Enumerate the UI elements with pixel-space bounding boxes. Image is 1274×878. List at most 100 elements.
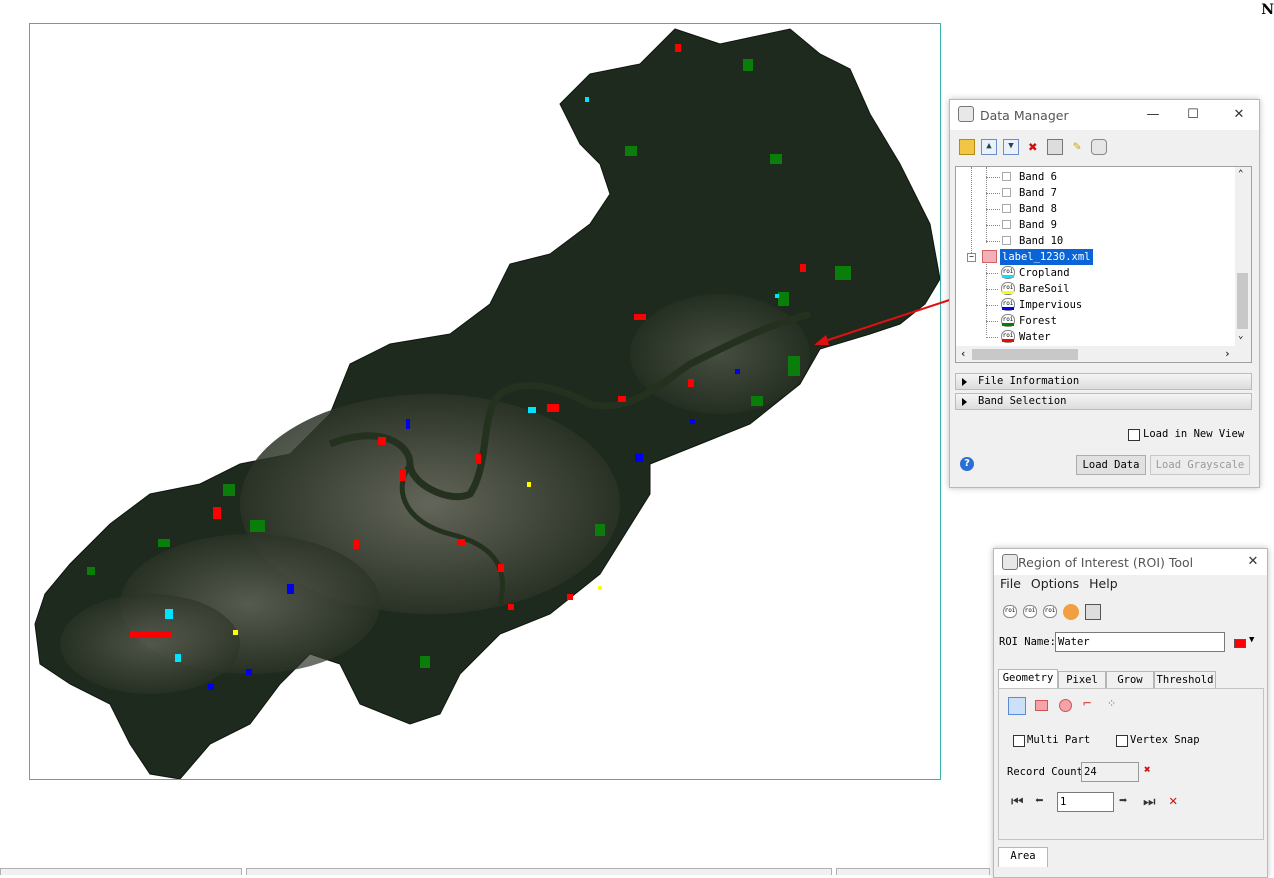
roi-file-label[interactable]: label_1230.xml — [1000, 249, 1093, 265]
calculator-icon[interactable] — [1085, 604, 1101, 620]
last-record-icon[interactable]: ⏭ — [1143, 794, 1156, 810]
roi-file-icon — [982, 250, 997, 263]
band-checkbox[interactable] — [1002, 204, 1011, 213]
band-label: Band 6 — [1019, 171, 1057, 183]
tree-vertical-scrollbar[interactable]: ⌃ ⌄ — [1235, 167, 1251, 362]
minimize-icon[interactable]: — — [1142, 104, 1164, 126]
band-checkbox[interactable] — [1002, 172, 1011, 181]
roi-tool-window[interactable]: Region of Interest (ROI) Tool ✕ File Opt… — [993, 548, 1268, 878]
band-label: Band 10 — [1019, 235, 1064, 247]
open-file-icon[interactable] — [959, 139, 975, 155]
satellite-map[interactable] — [30, 24, 940, 779]
tab-grow[interactable]: Grow — [1106, 671, 1154, 689]
file-information-section[interactable]: File Information — [955, 373, 1252, 390]
vertex-snap-label: Vertex Snap — [1130, 734, 1200, 746]
color-dropdown-icon[interactable]: ▼ — [1249, 635, 1254, 645]
record-count-field: 24 — [1081, 762, 1139, 782]
section-label: Band Selection — [978, 395, 1067, 407]
scroll-right-icon[interactable]: › — [1224, 347, 1231, 360]
app-icon — [958, 106, 974, 122]
status-bar — [0, 868, 990, 875]
delete-records-icon[interactable]: ✖ — [1144, 763, 1151, 776]
polyline-tool-icon[interactable]: ⌐ — [1083, 696, 1091, 712]
data-tree[interactable]: Band 6 Band 7 Band 8 Band 9 Band 10 − la… — [955, 166, 1252, 363]
remove-icon[interactable]: ✖ — [1025, 139, 1041, 155]
expand-up-icon[interactable]: ▲ — [981, 139, 997, 155]
status-segment — [836, 868, 990, 875]
image-view[interactable] — [29, 23, 941, 780]
new-roi-icon[interactable]: roi — [1003, 605, 1017, 618]
scroll-thumb[interactable] — [1237, 273, 1248, 329]
menu-help[interactable]: Help — [1089, 576, 1118, 591]
delete-record-icon[interactable]: ✕ — [1169, 793, 1177, 809]
roi-icon: roi — [1001, 266, 1015, 279]
roi-menu-bar: File Options Help — [1000, 576, 1118, 591]
scroll-down-icon[interactable]: ⌄ — [1238, 331, 1243, 341]
band-checkbox[interactable] — [1002, 236, 1011, 245]
record-index-field[interactable]: 1 — [1057, 792, 1114, 812]
roi-name-field[interactable]: Water — [1055, 632, 1225, 652]
export-icon[interactable] — [1091, 139, 1107, 155]
expand-down-icon[interactable]: ▼ — [1003, 139, 1019, 155]
status-segment — [0, 868, 242, 875]
band-label: Band 9 — [1019, 219, 1057, 231]
menu-options[interactable]: Options — [1031, 576, 1079, 591]
close-all-icon[interactable] — [1047, 139, 1063, 155]
scroll-left-icon[interactable]: ‹ — [960, 347, 967, 360]
load-new-view-label: Load in New View — [1143, 428, 1245, 440]
tree-horizontal-scrollbar[interactable]: ‹ › — [956, 346, 1251, 362]
vertex-snap-checkbox[interactable] — [1116, 735, 1128, 747]
rectangle-tool-icon[interactable] — [1035, 700, 1048, 711]
roi-tool-titlebar[interactable]: Region of Interest (ROI) Tool ✕ — [994, 549, 1267, 575]
section-label: File Information — [978, 375, 1080, 387]
maximize-icon[interactable]: ☐ — [1182, 104, 1204, 126]
delete-roi-icon[interactable]: roi — [1023, 605, 1037, 618]
roi-label: Cropland — [1019, 267, 1070, 279]
load-grayscale-button[interactable]: Load Grayscale — [1150, 455, 1250, 475]
menu-file[interactable]: File — [1000, 576, 1021, 591]
expand-triangle-icon — [962, 398, 967, 406]
record-count-label: Record Count — [1007, 766, 1083, 778]
app-icon — [1002, 554, 1018, 570]
band-checkbox[interactable] — [1002, 188, 1011, 197]
roi-label: Forest — [1019, 315, 1057, 327]
load-new-view-checkbox[interactable] — [1128, 429, 1140, 441]
roi-color-swatch[interactable] — [1234, 639, 1246, 648]
geometry-panel: ⌐ ⁘ Multi Part Vertex Snap Record Count … — [998, 688, 1264, 840]
band-label: Band 8 — [1019, 203, 1057, 215]
scroll-thumb[interactable] — [972, 349, 1078, 360]
expand-triangle-icon — [962, 378, 967, 386]
close-icon[interactable]: ✕ — [1228, 104, 1250, 126]
close-icon[interactable]: ✕ — [1242, 551, 1264, 573]
band-label: Band 7 — [1019, 187, 1057, 199]
tab-threshold[interactable]: Threshold — [1154, 671, 1216, 689]
scroll-up-icon[interactable]: ⌃ — [1238, 169, 1243, 179]
tab-area[interactable]: Area — [998, 847, 1048, 867]
collapse-icon[interactable]: − — [967, 253, 976, 262]
pin-icon[interactable]: ✎ — [1069, 139, 1085, 155]
data-manager-titlebar[interactable]: Data Manager — ☐ ✕ — [950, 100, 1259, 130]
roi-name-label: ROI Name: — [999, 636, 1056, 648]
band-checkbox[interactable] — [1002, 220, 1011, 229]
next-record-icon[interactable]: ➡ — [1119, 793, 1127, 809]
data-manager-title: Data Manager — [980, 108, 1069, 123]
options-icon[interactable] — [1063, 604, 1079, 620]
previous-record-icon[interactable]: ⬅ — [1035, 793, 1043, 809]
load-data-button[interactable]: Load Data — [1076, 455, 1146, 475]
tab-pixel[interactable]: Pixel — [1058, 671, 1106, 689]
roi-icon: roi — [1001, 282, 1015, 295]
data-manager-window[interactable]: Data Manager — ☐ ✕ ▲ ▼ ✖ ✎ Band 6 Band 7… — [949, 99, 1260, 488]
ellipse-tool-icon[interactable] — [1059, 699, 1072, 712]
roi-icon: roi — [1001, 314, 1015, 327]
roi-tool-title: Region of Interest (ROI) Tool — [1018, 555, 1194, 570]
polygon-tool-icon[interactable] — [1008, 697, 1026, 715]
band-selection-section[interactable]: Band Selection — [955, 393, 1252, 410]
roi-icon: roi — [1001, 298, 1015, 311]
corner-label: N — [1261, 2, 1274, 18]
point-tool-icon[interactable]: ⁘ — [1107, 697, 1116, 710]
help-icon[interactable]: ? — [960, 457, 974, 471]
delete-all-roi-icon[interactable]: roi — [1043, 605, 1057, 618]
tab-geometry[interactable]: Geometry — [998, 669, 1058, 689]
first-record-icon[interactable]: ⏮ — [1011, 794, 1024, 810]
multi-part-checkbox[interactable] — [1013, 735, 1025, 747]
